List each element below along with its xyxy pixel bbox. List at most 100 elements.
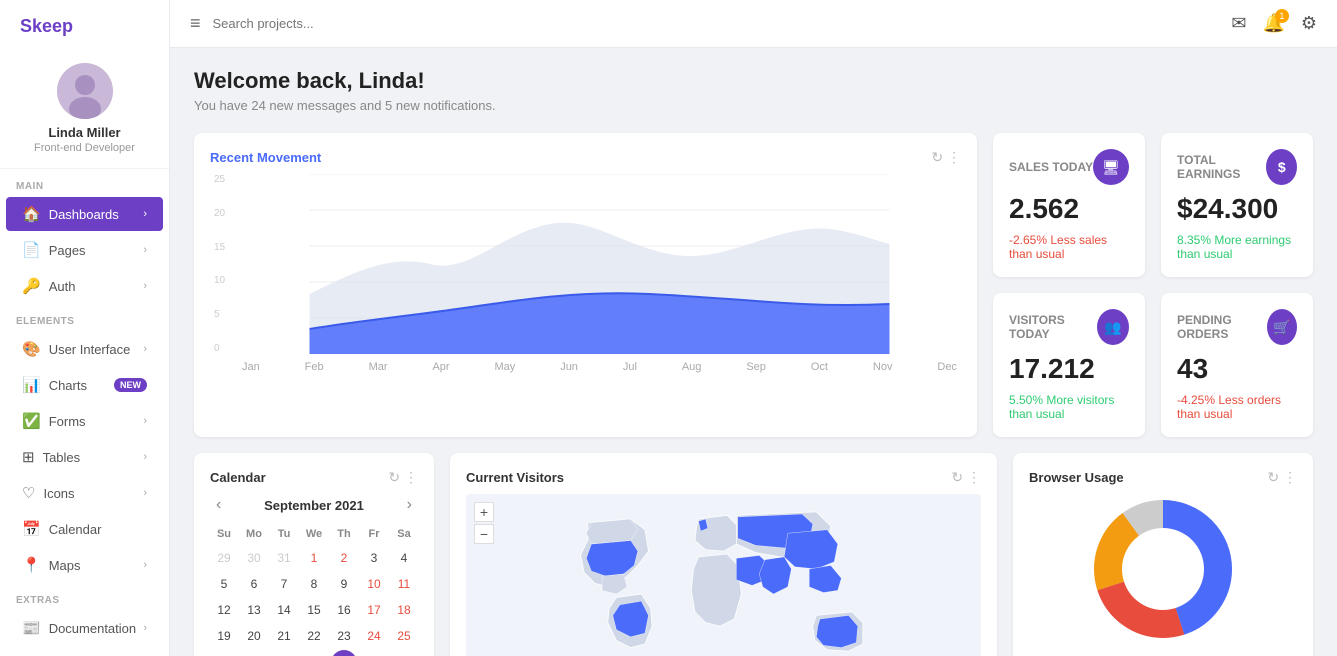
visitors-change: 5.50% More visitors than usual xyxy=(1009,393,1129,421)
cal-day[interactable]: 13 xyxy=(240,598,268,622)
bottom-section: Calendar ↻ ⋮ ‹ September 2021 › Su Mo Tu… xyxy=(194,453,1313,656)
sidebar-item-layouts[interactable]: ⊡ Layouts › xyxy=(6,647,163,656)
sidebar-item-charts[interactable]: 📊 Charts New xyxy=(6,368,163,402)
area-chart xyxy=(238,174,961,354)
sidebar-item-auth[interactable]: 🔑 Auth › xyxy=(6,269,163,303)
chevron-right-icon: › xyxy=(143,244,147,256)
sidebar-item-label: Dashboards xyxy=(49,207,119,222)
sidebar-item-dashboards[interactable]: 🏠 Dashboards › xyxy=(6,197,163,231)
donut-chart-container xyxy=(1029,494,1297,644)
cal-day[interactable]: 25 xyxy=(390,624,418,648)
cal-day[interactable]: 24 xyxy=(360,624,388,648)
cal-day[interactable]: 9 xyxy=(330,572,358,596)
cal-next-btn[interactable]: › xyxy=(401,494,418,516)
cal-day[interactable]: 1 xyxy=(360,650,388,656)
earnings-card: Total Earnings $ $24.300 8.35% More earn… xyxy=(1161,133,1313,277)
calendar-actions[interactable]: ↻ ⋮ xyxy=(388,469,418,486)
map-zoom-out[interactable]: − xyxy=(474,524,494,544)
user-role: Front-end Developer xyxy=(34,142,135,154)
chevron-right-icon: › xyxy=(143,343,147,355)
sidebar-item-ui[interactable]: 🎨 User Interface › xyxy=(6,332,163,366)
cal-day[interactable]: 11 xyxy=(390,572,418,596)
sidebar-item-label: Maps xyxy=(49,558,81,573)
cal-day[interactable]: 15 xyxy=(300,598,328,622)
cal-day[interactable]: 17 xyxy=(360,598,388,622)
sidebar-item-docs[interactable]: 📰 Documentation › xyxy=(6,611,163,645)
map-zoom-in[interactable]: + xyxy=(474,502,494,522)
mail-icon[interactable]: ✉ xyxy=(1231,13,1246,34)
sidebar-item-tables[interactable]: ⊞ Tables › xyxy=(6,440,163,474)
y-axis: 2520151050 xyxy=(210,174,238,354)
welcome-section: Welcome back, Linda! You have 24 new mes… xyxy=(194,68,1313,113)
sidebar-item-forms[interactable]: ✅ Forms › xyxy=(6,404,163,438)
content-area: Welcome back, Linda! You have 24 new mes… xyxy=(170,48,1337,656)
orders-value: 43 xyxy=(1177,353,1297,385)
visitors-title: Visitors Today xyxy=(1009,313,1097,341)
cal-day[interactable]: 2 xyxy=(330,546,358,570)
cal-day[interactable]: 16 xyxy=(330,598,358,622)
pages-icon: 📄 xyxy=(22,241,41,259)
cal-day[interactable]: 20 xyxy=(240,624,268,648)
cal-day[interactable]: 23 xyxy=(330,624,358,648)
cal-day[interactable]: 7 xyxy=(270,572,298,596)
map-actions[interactable]: ↻ ⋮ xyxy=(951,469,981,486)
dashboards-icon: 🏠 xyxy=(22,205,41,223)
sidebar-item-label: Documentation xyxy=(49,621,136,636)
cal-day[interactable]: 29 xyxy=(210,546,238,570)
calendar-nav: ‹ September 2021 › xyxy=(210,494,418,516)
welcome-subtitle: You have 24 new messages and 5 new notif… xyxy=(194,98,1313,113)
cal-day[interactable]: 18 xyxy=(390,598,418,622)
chevron-right-icon: › xyxy=(143,622,147,634)
sidebar-item-label: Forms xyxy=(49,414,86,429)
chevron-right-icon: › xyxy=(143,487,147,499)
search-input[interactable] xyxy=(213,16,513,31)
main-section-label: Main xyxy=(0,169,169,196)
cal-day[interactable]: 27 xyxy=(240,650,268,656)
card-actions[interactable]: ↻ ⋮ xyxy=(931,149,961,166)
calendar-card: Calendar ↻ ⋮ ‹ September 2021 › Su Mo Tu… xyxy=(194,453,434,656)
extras-section-label: Extras xyxy=(0,583,169,610)
cal-day[interactable]: 2 xyxy=(390,650,418,656)
cal-day[interactable]: 22 xyxy=(300,624,328,648)
cal-day[interactable]: 10 xyxy=(360,572,388,596)
sidebar-item-pages[interactable]: 📄 Pages › xyxy=(6,233,163,267)
sidebar-item-label: Icons xyxy=(43,486,74,501)
cal-header-mo: Mo xyxy=(240,524,268,544)
browser-actions[interactable]: ↻ ⋮ xyxy=(1267,469,1297,486)
cal-day[interactable]: 30 xyxy=(240,546,268,570)
cal-day[interactable]: 28 xyxy=(270,650,298,656)
cal-day[interactable]: 8 xyxy=(300,572,328,596)
notification-icon[interactable]: 🔔 1 xyxy=(1262,13,1284,34)
cal-day[interactable]: 6 xyxy=(240,572,268,596)
world-map-svg xyxy=(466,494,981,656)
sales-value: 2.562 xyxy=(1009,193,1129,225)
browser-usage-card: Browser Usage ↻ ⋮ xyxy=(1013,453,1313,656)
sidebar-item-maps[interactable]: 📍 Maps › xyxy=(6,548,163,582)
cal-prev-btn[interactable]: ‹ xyxy=(210,494,227,516)
cal-header-fr: Fr xyxy=(360,524,388,544)
main-content: ≡ ✉ 🔔 1 ⚙ Welcome back, Linda! You have … xyxy=(170,0,1337,656)
sidebar-item-icons[interactable]: ♡ Icons › xyxy=(6,476,163,510)
settings-icon[interactable]: ⚙ xyxy=(1301,13,1317,34)
new-badge: New xyxy=(114,378,147,392)
sidebar-item-calendar[interactable]: 📅 Calendar xyxy=(6,512,163,546)
cal-day[interactable]: 21 xyxy=(270,624,298,648)
cal-day[interactable]: 26 xyxy=(210,650,238,656)
menu-icon[interactable]: ≡ xyxy=(190,13,201,34)
chevron-right-icon: › xyxy=(143,451,147,463)
cal-day[interactable]: 31 xyxy=(270,546,298,570)
cal-day[interactable]: 3 xyxy=(360,546,388,570)
ui-icon: 🎨 xyxy=(22,340,41,358)
app-logo: Skeep xyxy=(0,0,169,53)
calendar-month: September 2021 xyxy=(264,498,364,513)
cal-day[interactable]: 1 xyxy=(300,546,328,570)
cal-day[interactable]: 5 xyxy=(210,572,238,596)
cal-day-today[interactable]: 30 xyxy=(331,650,357,656)
donut-chart-svg xyxy=(1083,489,1243,649)
cal-day[interactable]: 12 xyxy=(210,598,238,622)
cal-day[interactable]: 4 xyxy=(390,546,418,570)
cal-day[interactable]: 19 xyxy=(210,624,238,648)
cal-day[interactable]: 29 xyxy=(300,650,328,656)
cal-day[interactable]: 14 xyxy=(270,598,298,622)
browser-legend: Chrome 4401 Firefox 4002 xyxy=(1029,652,1297,656)
